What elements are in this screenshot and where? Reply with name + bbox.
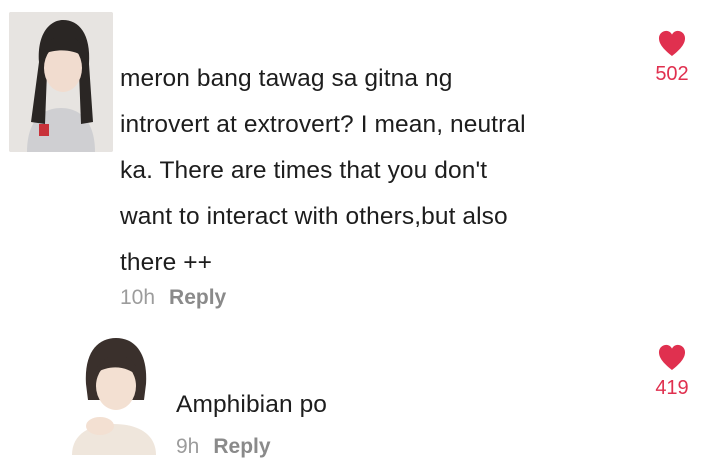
heart-icon[interactable] — [657, 344, 687, 371]
like-count: 502 — [655, 63, 689, 85]
like-count: 419 — [655, 377, 689, 399]
comment-meta: 10h Reply — [120, 286, 226, 310]
like-control: 419 — [642, 344, 702, 400]
like-control: 502 — [642, 30, 702, 86]
heart-icon[interactable] — [657, 30, 687, 57]
comment-text: Amphibian po — [176, 391, 328, 418]
avatar[interactable] — [9, 12, 113, 152]
comment-meta: 9h Reply — [176, 435, 271, 459]
timestamp: 10h — [120, 286, 156, 309]
reply-button[interactable]: Reply — [169, 286, 226, 310]
reply-button[interactable]: Reply — [213, 435, 270, 459]
avatar-image — [64, 330, 164, 455]
comment: meron bang tawag sa gitna ng introvert a… — [0, 0, 720, 330]
comment: Amphibian po 9h Reply 419 — [0, 330, 720, 462]
avatar[interactable] — [64, 330, 164, 455]
comment-text: meron bang tawag sa gitna ng introvert a… — [120, 65, 526, 276]
timestamp: 9h — [176, 435, 200, 458]
avatar-image — [9, 12, 113, 152]
